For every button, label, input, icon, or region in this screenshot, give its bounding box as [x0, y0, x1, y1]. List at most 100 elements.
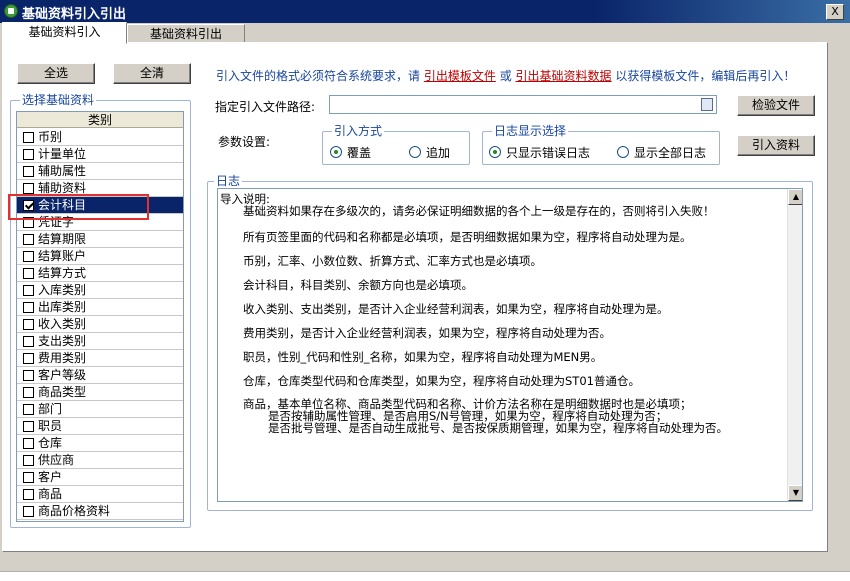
row-label: 职员: [38, 419, 63, 433]
row-label: 结算期限: [38, 232, 87, 246]
row-label: 商品价格资料: [38, 504, 111, 518]
window-title: 基础资料引入引出: [22, 7, 127, 22]
category-row[interactable]: 入库类别: [17, 282, 183, 299]
clear-all-button[interactable]: 全清: [113, 63, 191, 84]
category-row[interactable]: 结算方式: [17, 265, 183, 282]
row-label: 费用类别: [38, 351, 87, 365]
log-scrollbar[interactable]: ▲ ▼: [787, 189, 802, 501]
row-checkbox[interactable]: [23, 268, 34, 279]
category-row[interactable]: 职员: [17, 418, 183, 435]
category-row[interactable]: 商品类型: [17, 384, 183, 401]
category-row[interactable]: 费用类别: [17, 350, 183, 367]
category-row[interactable]: 出库类别: [17, 299, 183, 316]
category-row[interactable]: 计量单位: [17, 146, 183, 163]
row-label: 客户: [38, 470, 63, 484]
row-checkbox[interactable]: [23, 353, 34, 364]
title-bar: [0, 0, 850, 23]
row-label: 币别: [38, 130, 63, 144]
row-label: 仓库: [38, 436, 63, 450]
row-label: 商品类型: [38, 385, 87, 399]
log-line: 所有页签里面的代码和名称都是必填项，是否明细数据如果为空，程序将自动处理为是。: [243, 230, 692, 244]
category-row[interactable]: 支出类别: [17, 333, 183, 350]
radio-append-label: 追加: [426, 146, 451, 160]
radio-all-logs[interactable]: [617, 146, 629, 158]
select-all-button[interactable]: 全选: [17, 63, 95, 84]
app-icon: [4, 4, 18, 18]
log-goods-line: 是否批号管理、是否自动生成批号、是否按保质期管理，如果为空，程序将自动处理为否。: [268, 421, 728, 435]
path-input[interactable]: [329, 95, 717, 114]
column-header: 类别: [17, 112, 183, 128]
export-template-link[interactable]: 引出模板文件: [424, 69, 496, 83]
row-checkbox[interactable]: [23, 234, 34, 245]
category-row[interactable]: 商品: [17, 486, 183, 503]
category-row[interactable]: 部门: [17, 401, 183, 418]
category-row[interactable]: 币别: [17, 129, 183, 146]
row-checkbox[interactable]: [23, 336, 34, 347]
row-checkbox[interactable]: [23, 387, 34, 398]
category-row[interactable]: 客户: [17, 469, 183, 486]
params-label: 参数设置:: [218, 135, 271, 149]
category-row[interactable]: 仓库: [17, 435, 183, 452]
row-checkbox[interactable]: [23, 166, 34, 177]
row-label: 计量单位: [38, 147, 87, 161]
scroll-up-icon[interactable]: ▲: [788, 189, 802, 205]
log-line: 会计科目，科目类别、余额方向也是必填项。: [243, 278, 473, 292]
row-checkbox[interactable]: [23, 302, 34, 313]
category-group-title: 选择基础资料: [20, 93, 97, 107]
category-row[interactable]: 结算账户: [17, 248, 183, 265]
radio-overwrite[interactable]: [330, 146, 342, 158]
row-checkbox[interactable]: [23, 404, 34, 415]
log-textarea[interactable]: 导入说明: 基础资料如果存在多级次的，请务必保证明细数据的各个上一级是存在的，否…: [217, 188, 803, 502]
log-line: 基础资料如果存在多级次的，请务必保证明细数据的各个上一级是存在的，否则将引入失败…: [243, 204, 715, 218]
row-checkbox[interactable]: [23, 421, 34, 432]
radio-errors-only[interactable]: [489, 146, 501, 158]
log-line: 仓库，仓库类型代码和仓库类型，如果为空，程序将自动处理为ST01普通仓。: [243, 374, 640, 388]
category-row[interactable]: 客户等级: [17, 367, 183, 384]
row-checkbox[interactable]: [23, 472, 34, 483]
category-row[interactable]: 辅助属性: [17, 163, 183, 180]
status-strip: [0, 571, 850, 581]
check-file-button[interactable]: 检验文件: [737, 95, 815, 116]
category-row[interactable]: 商品价格资料: [17, 503, 183, 520]
row-label: 出库类别: [38, 300, 87, 314]
row-label: 结算账户: [38, 249, 87, 263]
category-row[interactable]: 供应商: [17, 452, 183, 469]
import-button[interactable]: 引入资料: [737, 135, 815, 156]
log-title: 日志: [214, 174, 243, 188]
row-label: 入库类别: [38, 283, 87, 297]
row-checkbox[interactable]: [23, 489, 34, 500]
row-label: 客户等级: [38, 368, 87, 382]
row-checkbox[interactable]: [23, 183, 34, 194]
row-checkbox[interactable]: [23, 285, 34, 296]
row-checkbox[interactable]: [23, 370, 34, 381]
path-label: 指定引入文件路径:: [215, 100, 316, 114]
row-checkbox[interactable]: [23, 438, 34, 449]
import-mode-title: 引入方式: [332, 124, 385, 138]
category-row[interactable]: 结算期限: [17, 231, 183, 248]
tab-import[interactable]: 基础资料引入: [2, 22, 127, 44]
row-checkbox[interactable]: [23, 506, 34, 517]
row-label: 商品: [38, 487, 63, 501]
row-checkbox[interactable]: [23, 149, 34, 160]
tab-export[interactable]: 基础资料引出: [127, 24, 245, 44]
category-row[interactable]: 收入类别: [17, 316, 183, 333]
row-checkbox[interactable]: [23, 319, 34, 330]
log-line: 收入类别、支出类别，是否计入企业经营利润表，如果为空，程序将自动处理为是。: [243, 302, 669, 316]
row-label: 收入类别: [38, 317, 87, 331]
log-line: 费用类别，是否计入企业经营利润表，如果为空，程序将自动处理为否。: [243, 326, 611, 340]
row-checkbox[interactable]: [23, 132, 34, 143]
row-label: 部门: [38, 402, 63, 416]
scroll-down-icon[interactable]: ▼: [788, 485, 802, 501]
info-prefix: 引入文件的格式必须符合系统要求，请: [216, 69, 421, 83]
row-label: 支出类别: [38, 334, 87, 348]
radio-all-logs-label: 显示全部日志: [634, 146, 707, 160]
radio-append[interactable]: [409, 146, 421, 158]
log-line: 职员，性别_代码和性别_名称，如果为空，程序将自动处理为MEN男。: [243, 350, 603, 364]
row-checkbox[interactable]: [23, 251, 34, 262]
export-data-link[interactable]: 引出基础资料数据: [516, 69, 612, 83]
log-line: 币别，汇率、小数位数、折算方式、汇率方式也是必填项。: [243, 254, 542, 268]
row-checkbox[interactable]: [23, 455, 34, 466]
close-button[interactable]: X: [826, 4, 844, 20]
folder-icon[interactable]: [701, 98, 713, 111]
radio-overwrite-label: 覆盖: [347, 146, 372, 160]
